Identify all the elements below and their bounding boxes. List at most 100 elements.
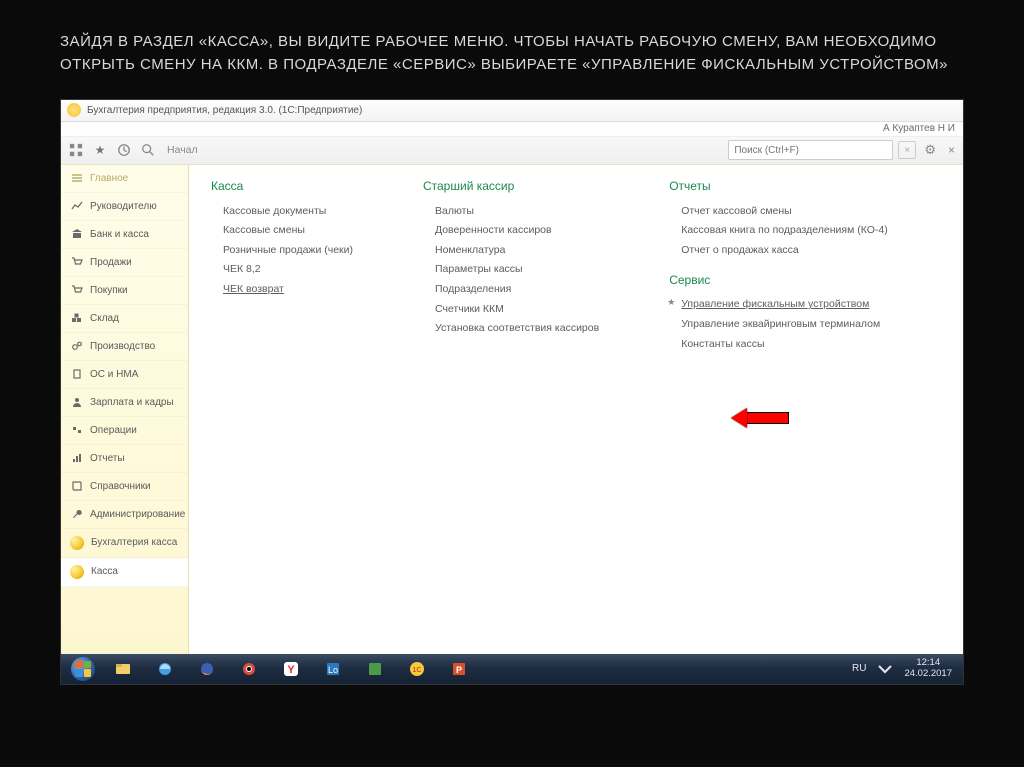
sidebar-label: Зарплата и кадры bbox=[90, 397, 174, 408]
column-kassa: Касса Кассовые документы Кассовые смены … bbox=[211, 179, 353, 650]
taskbar-time: 12:14 bbox=[904, 658, 952, 668]
sidebar-item-cashier[interactable]: Касса bbox=[61, 558, 188, 587]
history-icon[interactable] bbox=[113, 139, 135, 161]
taskbar-1c-icon[interactable]: 1C bbox=[397, 656, 437, 682]
menu-lines-icon bbox=[70, 172, 83, 185]
link-kassa-docs[interactable]: Кассовые документы bbox=[211, 202, 353, 222]
link-kassa-shifts[interactable]: Кассовые смены bbox=[211, 221, 353, 241]
taskbar-tray-icon[interactable] bbox=[875, 656, 895, 682]
close-panel-icon[interactable]: × bbox=[948, 143, 955, 157]
sidebar-label: Операции bbox=[90, 425, 137, 436]
cart-icon bbox=[70, 256, 83, 269]
sidebar-label: Отчеты bbox=[90, 453, 125, 464]
sidebar-item-assets[interactable]: ОС и НМА bbox=[61, 361, 188, 389]
search-icon[interactable] bbox=[137, 139, 159, 161]
slide-title: ЗАЙДЯ В РАЗДЕЛ «КАССА», ВЫ ВИДИТЕ РАБОЧЕ… bbox=[60, 30, 964, 77]
sidebar-item-production[interactable]: Производство bbox=[61, 333, 188, 361]
link-cashier-mapping[interactable]: Установка соответствия кассиров bbox=[423, 319, 599, 339]
link-cashbook-ko4[interactable]: Кассовая книга по подразделениям (КО-4) bbox=[669, 221, 888, 241]
taskbar-app-icon[interactable] bbox=[355, 656, 395, 682]
sphere-icon bbox=[70, 536, 84, 550]
taskbar-powerpoint-icon[interactable]: P bbox=[439, 656, 479, 682]
app-icon bbox=[67, 103, 81, 117]
sidebar-label: Продажи bbox=[90, 257, 132, 268]
boxes-icon bbox=[70, 312, 83, 325]
link-check82[interactable]: ЧЕК 8,2 bbox=[211, 260, 353, 280]
sidebar-item-sales[interactable]: Продажи bbox=[61, 249, 188, 277]
sidebar-item-reports[interactable]: Отчеты bbox=[61, 445, 188, 473]
link-departments[interactable]: Подразделения bbox=[423, 280, 599, 300]
sidebar-label: Администрирование bbox=[90, 509, 185, 520]
window-title-bar: Бухгалтерия предприятия, редакция 3.0. (… bbox=[61, 100, 963, 122]
sidebar-item-bank[interactable]: Банк и касса bbox=[61, 221, 188, 249]
taskbar-language[interactable]: RU bbox=[844, 663, 874, 674]
sidebar-label: Касса bbox=[91, 566, 118, 577]
link-acquiring-terminal[interactable]: Управление эквайринговым терминалом bbox=[669, 315, 888, 335]
person-icon bbox=[70, 396, 83, 409]
taskbar-clock[interactable]: 12:14 24.02.2017 bbox=[896, 658, 960, 679]
gear-icon[interactable]: ⚙ bbox=[924, 142, 936, 158]
link-currencies[interactable]: Валюты bbox=[423, 202, 599, 222]
bank-icon bbox=[70, 228, 83, 241]
column-head: Отчеты bbox=[669, 179, 888, 193]
application-window: Бухгалтерия предприятия, редакция 3.0. (… bbox=[60, 99, 964, 685]
sidebar-item-admin[interactable]: Администрирование bbox=[61, 501, 188, 529]
column-head-service: Сервис bbox=[669, 273, 888, 287]
taskbar-explorer-icon[interactable] bbox=[103, 656, 143, 682]
svg-text:P: P bbox=[456, 665, 462, 675]
building-icon bbox=[70, 368, 83, 381]
link-cashier-powers[interactable]: Доверенности кассиров bbox=[423, 221, 599, 241]
start-button[interactable] bbox=[64, 654, 102, 684]
taskbar-office-icon[interactable]: Lo bbox=[313, 656, 353, 682]
link-cash-params[interactable]: Параметры кассы bbox=[423, 260, 599, 280]
link-retail-checks[interactable]: Розничные продажи (чеки) bbox=[211, 241, 353, 261]
star-icon[interactable]: ★ bbox=[89, 139, 111, 161]
toolbar: ★ Начал × ⚙ × bbox=[61, 137, 963, 165]
link-sales-report[interactable]: Отчет о продажах касса bbox=[669, 241, 888, 261]
link-nomenclature[interactable]: Номенклатура bbox=[423, 241, 599, 261]
sidebar-item-manager[interactable]: Руководителю bbox=[61, 193, 188, 221]
link-check-return[interactable]: ЧЕК возврат bbox=[211, 280, 353, 300]
ops-icon bbox=[70, 424, 83, 437]
column-head: Старший кассир bbox=[423, 179, 599, 193]
sidebar-item-warehouse[interactable]: Склад bbox=[61, 305, 188, 333]
menu-icon[interactable] bbox=[65, 139, 87, 161]
search-input[interactable] bbox=[728, 140, 893, 160]
search-star-button[interactable]: × bbox=[898, 141, 916, 159]
taskbar-chrome-icon[interactable] bbox=[229, 656, 269, 682]
sidebar-label: Справочники bbox=[90, 481, 151, 492]
taskbar-ie-icon[interactable] bbox=[145, 656, 185, 682]
taskbar-yandex-icon[interactable]: Y bbox=[271, 656, 311, 682]
link-shift-report[interactable]: Отчет кассовой смены bbox=[669, 202, 888, 222]
sidebar-label: Производство bbox=[90, 341, 155, 352]
sidebar-item-acc-cashier[interactable]: Бухгалтерия касса bbox=[61, 529, 188, 558]
taskbar: Y Lo 1C P RU 12:14 24.02.2017 bbox=[61, 654, 963, 684]
sidebar-item-purchases[interactable]: Покупки bbox=[61, 277, 188, 305]
window-title-text: Бухгалтерия предприятия, редакция 3.0. (… bbox=[87, 105, 362, 116]
report-icon bbox=[70, 452, 83, 465]
link-fiscal-device[interactable]: Управление фискальным устройством bbox=[669, 295, 888, 315]
content-area: Касса Кассовые документы Кассовые смены … bbox=[189, 165, 963, 654]
gears-icon bbox=[70, 340, 83, 353]
column-head: Касса bbox=[211, 179, 353, 193]
book-icon bbox=[70, 480, 83, 493]
sidebar-label: Склад bbox=[90, 313, 119, 324]
link-cash-constants[interactable]: Константы кассы bbox=[669, 335, 888, 355]
taskbar-date: 24.02.2017 bbox=[904, 669, 952, 679]
wrench-icon bbox=[70, 508, 83, 521]
cart-icon bbox=[70, 284, 83, 297]
taskbar-firefox-icon[interactable] bbox=[187, 656, 227, 682]
user-strip: А Кураптев Н И bbox=[61, 122, 963, 137]
sidebar-label: Бухгалтерия касса bbox=[91, 537, 177, 548]
highlight-arrow bbox=[731, 411, 789, 425]
sidebar-label: ОС и НМА bbox=[90, 369, 138, 380]
svg-text:1C: 1C bbox=[413, 667, 422, 674]
sidebar-item-main[interactable]: Главное bbox=[61, 165, 188, 193]
sidebar-item-directories[interactable]: Справочники bbox=[61, 473, 188, 501]
sidebar-item-operations[interactable]: Операции bbox=[61, 417, 188, 445]
link-kkm-counters[interactable]: Счетчики ККМ bbox=[423, 300, 599, 320]
sidebar-item-hr[interactable]: Зарплата и кадры bbox=[61, 389, 188, 417]
sidebar-label: Банк и касса bbox=[90, 229, 149, 240]
sidebar: Главное Руководителю Банк и касса Продаж… bbox=[61, 165, 189, 654]
breadcrumb[interactable]: Начал bbox=[167, 144, 198, 156]
